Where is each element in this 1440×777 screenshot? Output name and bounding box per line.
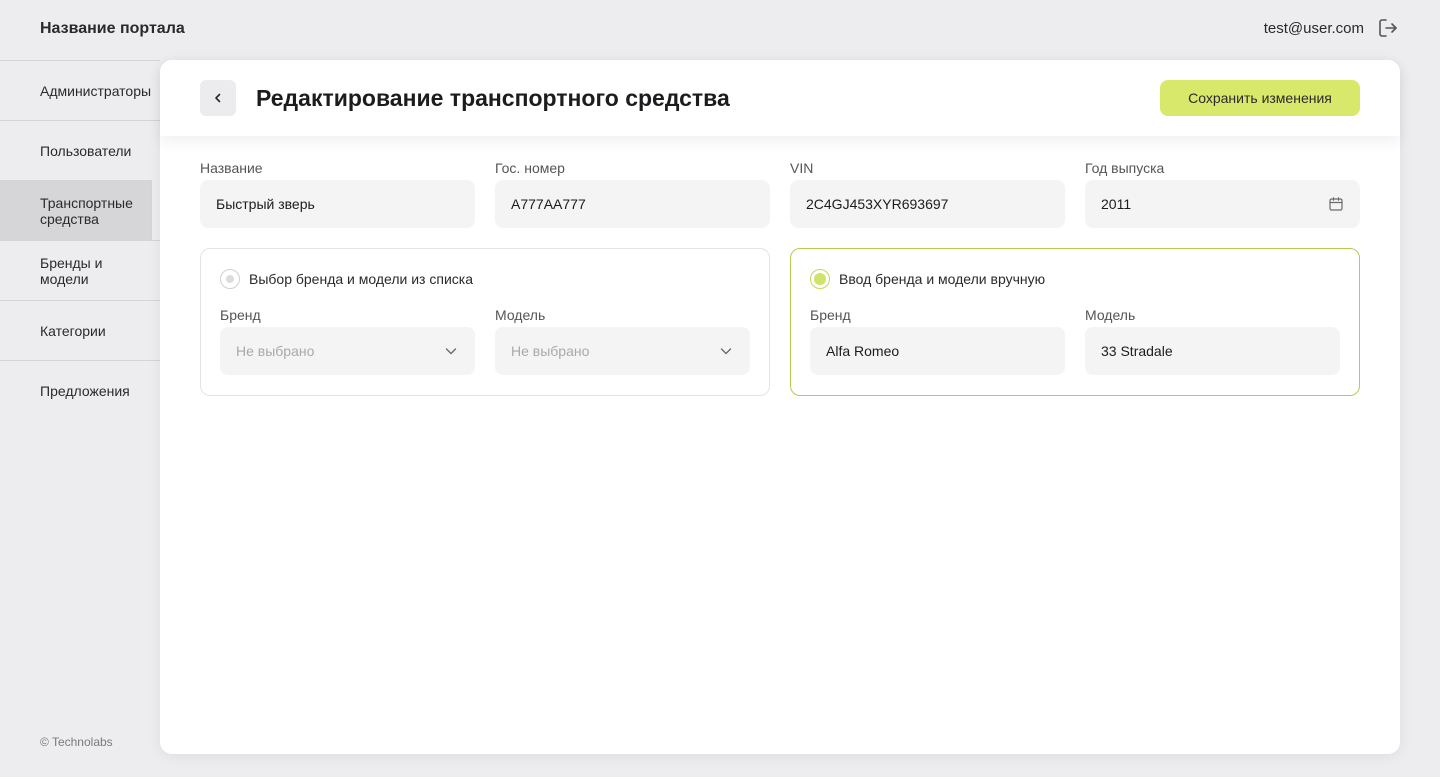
chevron-down-icon	[718, 343, 734, 359]
brand-select-value: Не выбрано	[236, 343, 315, 359]
list-option-radio-row[interactable]: Выбор бренда и модели из списка	[220, 269, 750, 289]
calendar-icon[interactable]	[1328, 196, 1344, 212]
list-model-field: Модель Не выбрано	[495, 307, 750, 375]
list-option-fields: Бренд Не выбрано Модель Не выбрано	[220, 307, 750, 375]
brand-model-options: Выбор бренда и модели из списка Бренд Не…	[200, 248, 1360, 396]
sidebar-item-vehicles[interactable]: Транспортные средства	[0, 180, 152, 240]
main-panel: Редактирование транспортного средства Со…	[160, 60, 1400, 754]
portal-title: Название портала	[40, 20, 185, 37]
plate-input[interactable]: A777AA777	[495, 180, 770, 228]
list-model-label: Модель	[495, 307, 546, 323]
vin-input[interactable]: 2C4GJ453XYR693697	[790, 180, 1065, 228]
year-value: 2011	[1101, 196, 1132, 212]
manual-option-card: Ввод бренда и модели вручную Бренд Alfa …	[790, 248, 1360, 396]
sidebar-item-categories[interactable]: Категории	[0, 300, 160, 360]
manual-option-fields: Бренд Alfa Romeo Модель 33 Stradale	[810, 307, 1340, 375]
name-label: Название	[200, 160, 263, 176]
model-select[interactable]: Не выбрано	[495, 327, 750, 375]
manual-brand-field: Бренд Alfa Romeo	[810, 307, 1065, 375]
vin-value: 2C4GJ453XYR693697	[806, 196, 949, 212]
page-title: Редактирование транспортного средства	[256, 84, 730, 111]
name-value: Быстрый зверь	[216, 196, 315, 212]
sidebar-item-offers[interactable]: Предложения	[0, 360, 160, 420]
name-field: Название Быстрый зверь	[200, 160, 475, 228]
list-option-card: Выбор бренда и модели из списка Бренд Не…	[200, 248, 770, 396]
manual-model-label: Модель	[1085, 307, 1136, 323]
plate-field: Гос. номер A777AA777	[495, 160, 770, 228]
manual-model-field: Модель 33 Stradale	[1085, 307, 1340, 375]
user-email: test@user.com	[1263, 19, 1364, 37]
model-input-value: 33 Stradale	[1101, 343, 1173, 359]
list-brand-label: Бренд	[220, 307, 261, 323]
manual-option-radio-row[interactable]: Ввод бренда и модели вручную	[810, 269, 1340, 289]
sidebar-item-users[interactable]: Пользователи	[0, 120, 160, 180]
chevron-down-icon	[443, 343, 459, 359]
logout-icon[interactable]	[1376, 16, 1400, 40]
back-button[interactable]	[200, 80, 236, 116]
brand-input[interactable]: Alfa Romeo	[810, 327, 1065, 375]
footer-copyright: © Technolabs	[40, 735, 113, 749]
vin-field: VIN 2C4GJ453XYR693697	[790, 160, 1065, 228]
sidebar-item-administrators[interactable]: Администраторы	[0, 60, 160, 120]
plate-label: Гос. номер	[495, 160, 565, 176]
vehicle-fields: Название Быстрый зверь Гос. номер A777AA…	[200, 160, 1360, 228]
save-changes-button[interactable]: Сохранить изменения	[1160, 80, 1360, 116]
list-option-label: Выбор бренда и модели из списка	[249, 271, 473, 287]
list-option-radio[interactable]	[220, 269, 240, 289]
plate-value: A777AA777	[511, 196, 586, 212]
sidebar-item-brands-models[interactable]: Бренды и модели	[0, 240, 160, 300]
list-brand-field: Бренд Не выбрано	[220, 307, 475, 375]
year-label: Год выпуска	[1085, 160, 1165, 176]
sidebar-nav: Администраторы Пользователи Транспортные…	[0, 60, 160, 420]
brand-select[interactable]: Не выбрано	[220, 327, 475, 375]
chevron-left-icon	[211, 91, 225, 105]
model-select-value: Не выбрано	[511, 343, 590, 359]
page-header: Редактирование транспортного средства Со…	[160, 60, 1400, 136]
year-field: Год выпуска 2011	[1085, 160, 1360, 228]
manual-option-radio[interactable]	[810, 269, 830, 289]
model-input[interactable]: 33 Stradale	[1085, 327, 1340, 375]
vin-label: VIN	[790, 160, 814, 176]
name-input[interactable]: Быстрый зверь	[200, 180, 475, 228]
manual-brand-label: Бренд	[810, 307, 851, 323]
year-input[interactable]: 2011	[1085, 180, 1360, 228]
manual-option-label: Ввод бренда и модели вручную	[839, 271, 1046, 287]
brand-input-value: Alfa Romeo	[826, 343, 900, 359]
user-area: test@user.com	[1264, 16, 1400, 40]
